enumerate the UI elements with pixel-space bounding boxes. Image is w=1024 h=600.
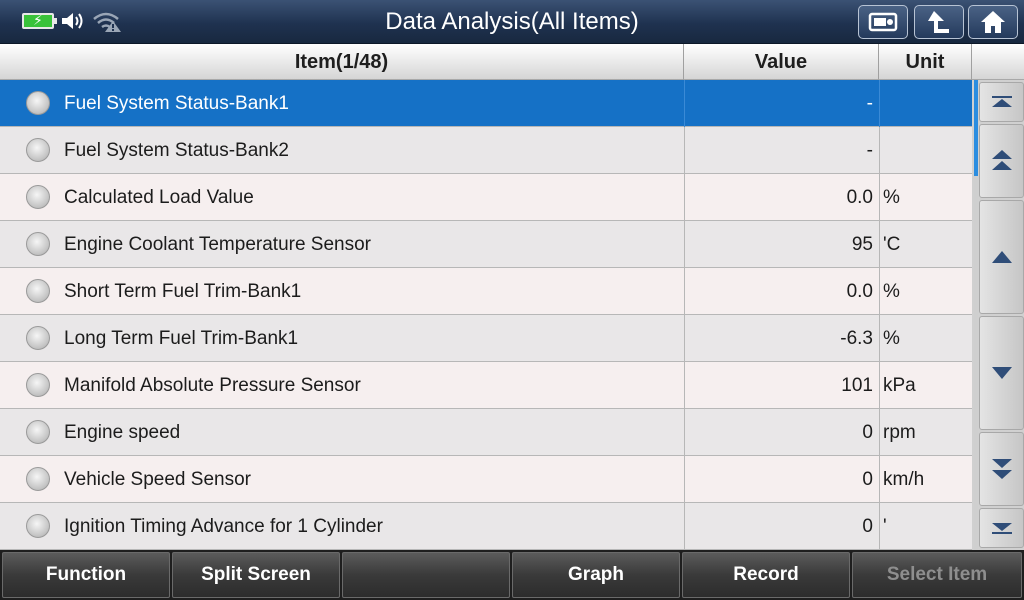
radio-icon[interactable]: [26, 91, 50, 115]
select-item-button[interactable]: Select Item: [852, 552, 1022, 598]
item-unit: %: [879, 315, 972, 362]
radio-icon[interactable]: [26, 232, 50, 256]
item-name: Fuel System Status-Bank2: [64, 140, 289, 161]
function-button[interactable]: Function: [2, 552, 170, 598]
line-down-icon: [991, 367, 1012, 379]
line-up-button[interactable]: [979, 200, 1024, 314]
item-name: Long Term Fuel Trim-Bank1: [64, 328, 299, 349]
table-row[interactable]: Fuel System Status-Bank1 -: [0, 80, 972, 127]
item-value: 0: [684, 456, 879, 503]
item-unit: km/h: [879, 456, 972, 503]
camera-screen-icon: [868, 12, 898, 32]
item-value: 95: [684, 221, 879, 268]
item-value: 0.0: [684, 174, 879, 221]
item-unit: ': [879, 503, 972, 550]
split-screen-button[interactable]: Split Screen: [172, 552, 340, 598]
item-unit: 'C: [879, 221, 972, 268]
table-row[interactable]: Calculated Load Value 0.0 %: [0, 174, 972, 221]
page-down-button[interactable]: [979, 432, 1024, 506]
radio-icon[interactable]: [26, 326, 50, 350]
scroll-to-top-button[interactable]: [979, 82, 1024, 122]
line-up-icon: [991, 251, 1012, 263]
empty-button[interactable]: [342, 552, 510, 598]
radio-icon[interactable]: [26, 420, 50, 444]
title-bar: ⚡ Data Analysis(All Items): [0, 0, 1024, 44]
table-row[interactable]: Fuel System Status-Bank2 -: [0, 127, 972, 174]
table-row[interactable]: Ignition Timing Advance for 1 Cylinder 0…: [0, 503, 972, 550]
column-header-value: Value: [684, 44, 879, 80]
table-row[interactable]: Engine Coolant Temperature Sensor 95 'C: [0, 221, 972, 268]
table-row[interactable]: Vehicle Speed Sensor 0 km/h: [0, 456, 972, 503]
item-value: -: [684, 80, 879, 127]
record-button[interactable]: Record: [682, 552, 850, 598]
item-name: Engine Coolant Temperature Sensor: [64, 234, 372, 255]
item-value: -: [684, 127, 879, 174]
scrollbar-thumb[interactable]: [974, 80, 978, 176]
item-unit: [879, 80, 972, 127]
radio-icon[interactable]: [26, 138, 50, 162]
scroll-to-top-icon: [991, 96, 1012, 107]
item-value: -6.3: [684, 315, 879, 362]
table-row[interactable]: Long Term Fuel Trim-Bank1 -6.3 %: [0, 315, 972, 362]
item-value: 0.0: [684, 268, 879, 315]
screenshot-button[interactable]: [858, 5, 908, 39]
table-row[interactable]: Manifold Absolute Pressure Sensor 101 kP…: [0, 362, 972, 409]
page-up-icon: [991, 150, 1012, 170]
item-value: 0: [684, 409, 879, 456]
item-value: 101: [684, 362, 879, 409]
item-unit: kPa: [879, 362, 972, 409]
scroll-to-bottom-icon: [991, 523, 1012, 534]
item-name: Vehicle Speed Sensor: [64, 469, 251, 490]
table-row[interactable]: Short Term Fuel Trim-Bank1 0.0 %: [0, 268, 972, 315]
item-name: Short Term Fuel Trim-Bank1: [64, 281, 302, 302]
graph-button[interactable]: Graph: [512, 552, 680, 598]
table-row[interactable]: Engine speed 0 rpm: [0, 409, 972, 456]
home-button[interactable]: [968, 5, 1018, 39]
scroll-to-bottom-button[interactable]: [979, 508, 1024, 548]
page-down-icon: [991, 459, 1012, 479]
item-name: Manifold Absolute Pressure Sensor: [64, 375, 361, 396]
item-unit: [879, 127, 972, 174]
back-button[interactable]: [914, 5, 964, 39]
column-header-blank: [972, 44, 1024, 80]
radio-icon[interactable]: [26, 514, 50, 538]
column-header-unit: Unit: [879, 44, 972, 80]
radio-icon[interactable]: [26, 373, 50, 397]
item-unit: %: [879, 268, 972, 315]
item-unit: %: [879, 174, 972, 221]
item-name: Engine speed: [64, 422, 181, 443]
line-down-button[interactable]: [979, 316, 1024, 430]
item-name: Calculated Load Value: [64, 187, 254, 208]
radio-icon[interactable]: [26, 467, 50, 491]
table-header: Item(1/48) Value Unit: [0, 44, 1024, 80]
data-stream-list: Fuel System Status-Bank1 - Fuel System S…: [0, 80, 972, 550]
page-up-button[interactable]: [979, 124, 1024, 198]
column-header-item: Item(1/48): [0, 44, 684, 80]
radio-icon[interactable]: [26, 185, 50, 209]
item-unit: rpm: [879, 409, 972, 456]
radio-icon[interactable]: [26, 279, 50, 303]
item-name: Ignition Timing Advance for 1 Cylinder: [64, 516, 383, 537]
item-value: 0: [684, 503, 879, 550]
item-name: Fuel System Status-Bank1: [64, 93, 289, 114]
home-icon: [981, 11, 1005, 33]
return-arrow-icon: [928, 11, 949, 33]
